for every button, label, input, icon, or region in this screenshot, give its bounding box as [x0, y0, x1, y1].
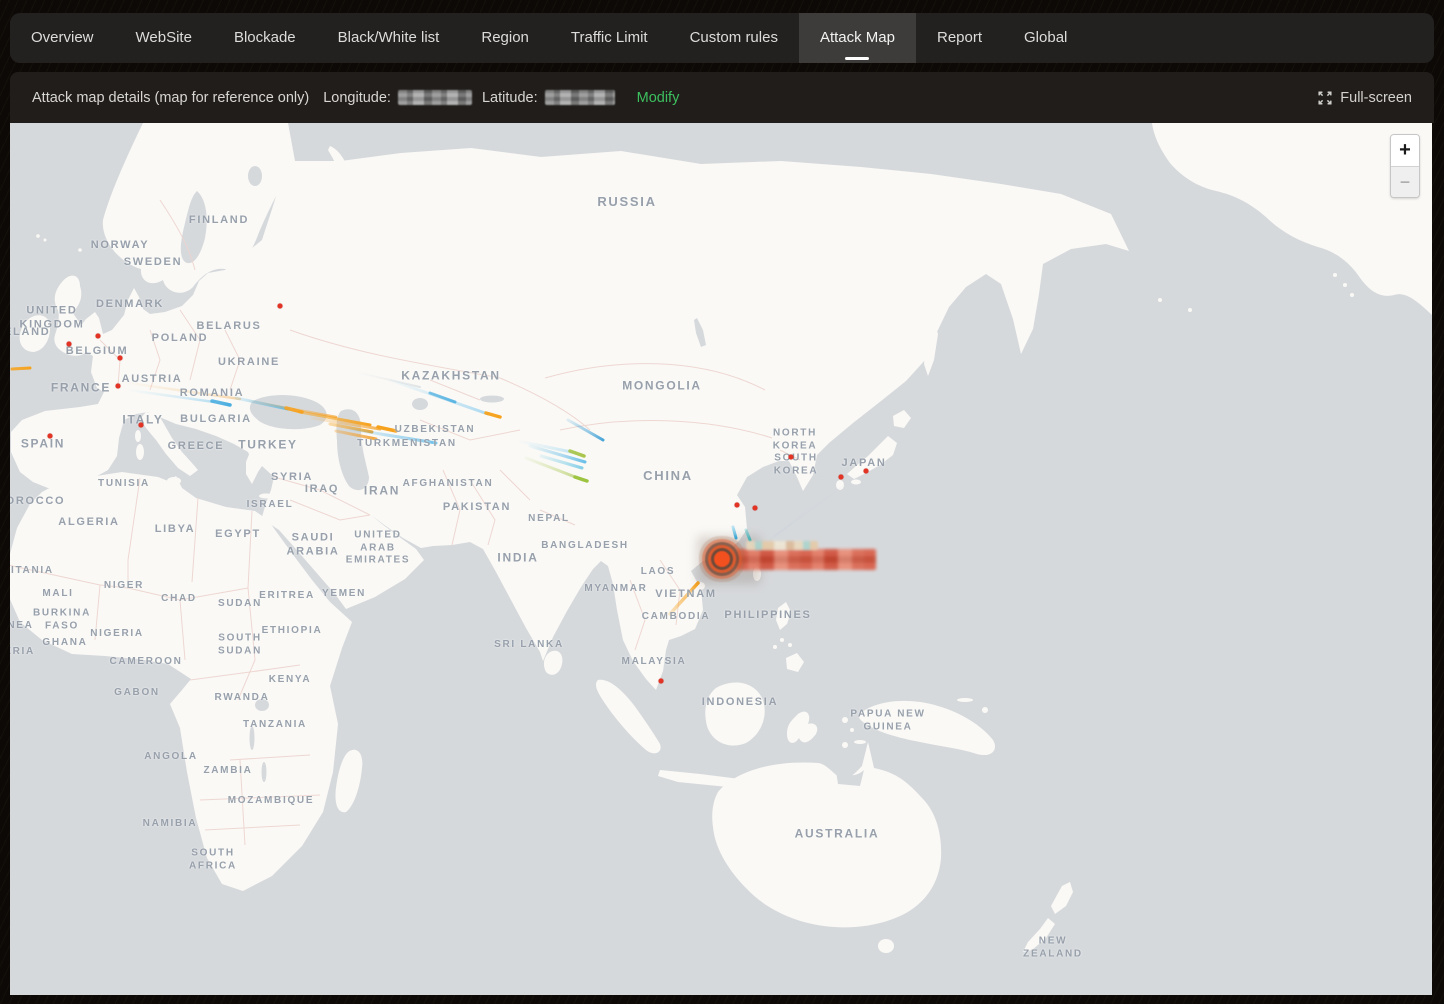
attack-source-dot [789, 455, 794, 460]
target-toplabel-redacted [746, 541, 818, 550]
page-title: Attack map details (map for reference on… [32, 90, 309, 106]
longitude-value-redacted [398, 90, 472, 105]
longitude-label: Longitude: [323, 90, 391, 106]
map-subheader: Attack map details (map for reference on… [10, 72, 1434, 123]
attack-target-marker [714, 551, 730, 567]
attack-trail [670, 583, 698, 614]
latitude-value-redacted [545, 90, 615, 105]
tab-traffic-limit[interactable]: Traffic Limit [550, 13, 669, 63]
attack-source-dot [839, 475, 844, 480]
attack-trail [570, 451, 584, 456]
world-attack-map[interactable]: RUSSIAFINLANDNORWAYSWEDENDENMARKUNITED K… [10, 123, 1432, 995]
attack-source-dot [118, 356, 123, 361]
fullscreen-expand-icon [1317, 90, 1333, 106]
attack-source-dot [96, 334, 101, 339]
modify-link[interactable]: Modify [637, 90, 680, 106]
tab-custom-rules[interactable]: Custom rules [669, 13, 799, 63]
attack-trail [575, 477, 587, 481]
zoom-out-button[interactable]: − [1391, 166, 1419, 197]
attack-source-dot [278, 304, 283, 309]
attack-source-dot [116, 384, 121, 389]
attack-trail [128, 390, 214, 402]
attack-source-dot [67, 342, 72, 347]
tab-bar: OverviewWebSiteBlockadeBlack/White listR… [10, 13, 1434, 63]
tab-website[interactable]: WebSite [115, 13, 213, 63]
map-zoom-control: + − [1390, 134, 1420, 198]
attack-source-dot [864, 469, 869, 474]
tab-global[interactable]: Global [1003, 13, 1088, 63]
attack-trail [486, 413, 500, 417]
fullscreen-button[interactable]: Full-screen [1317, 90, 1412, 106]
attack-trail [568, 420, 603, 440]
zoom-in-button[interactable]: + [1391, 135, 1419, 166]
latitude-label: Latitude: [482, 90, 538, 106]
attack-trail [430, 393, 455, 402]
attack-trail [212, 401, 230, 405]
attack-trail [766, 481, 843, 543]
tab-report[interactable]: Report [916, 13, 1003, 63]
attack-source-dot [735, 503, 740, 508]
attack-source-dot [48, 434, 53, 439]
attack-trail [378, 427, 396, 431]
attack-source-dot [753, 506, 758, 511]
fullscreen-label: Full-screen [1340, 90, 1412, 106]
tab-region[interactable]: Region [460, 13, 550, 63]
target-label-redacted [736, 549, 876, 570]
tab-black-white-list[interactable]: Black/White list [317, 13, 461, 63]
attack-source-dot [659, 679, 664, 684]
attack-trail [12, 368, 30, 369]
attack-source-dot [139, 423, 144, 428]
tab-overview[interactable]: Overview [10, 13, 115, 63]
attack-trail [250, 401, 336, 417]
tab-attack-map[interactable]: Attack Map [799, 13, 916, 63]
tab-blockade[interactable]: Blockade [213, 13, 317, 63]
attack-trail [356, 372, 420, 387]
